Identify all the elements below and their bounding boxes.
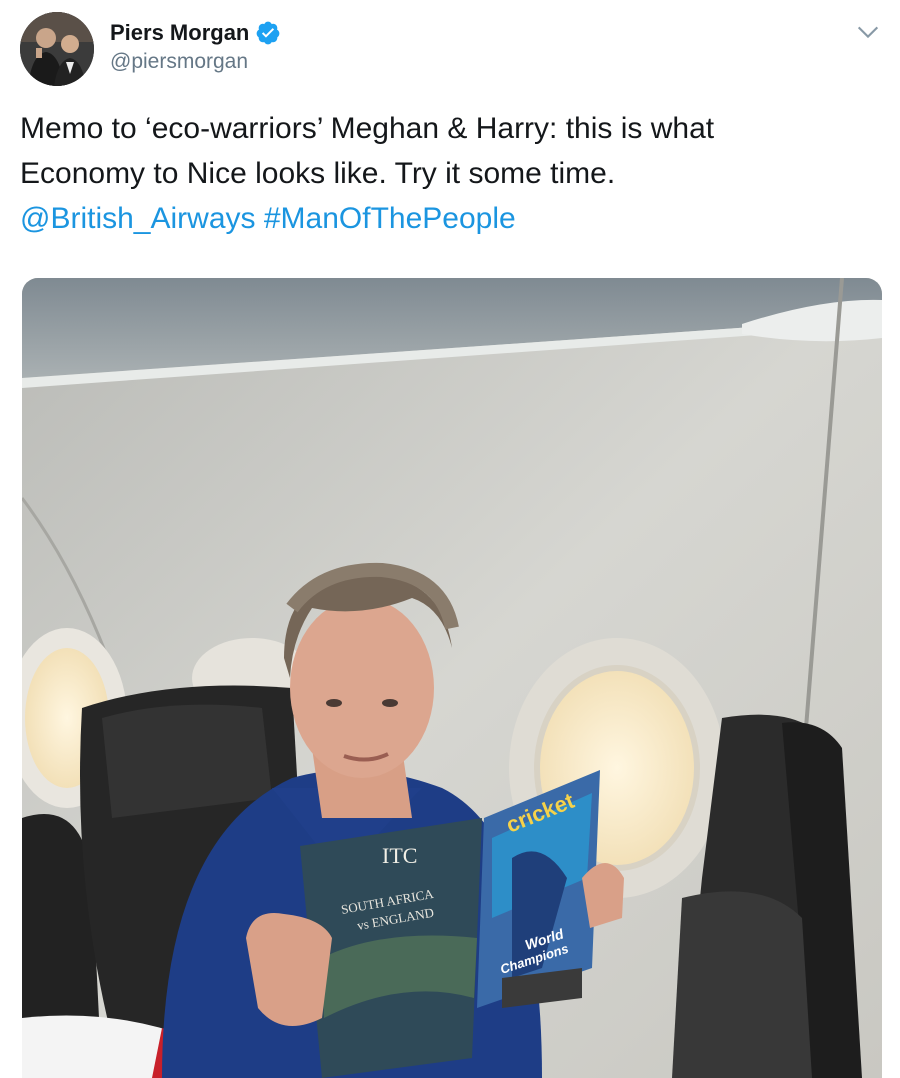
chevron-down-icon[interactable] (854, 18, 882, 46)
avatar-image (20, 12, 94, 86)
tweet-line: Memo to ‘eco-warriors’ Meghan & Harry: t… (20, 112, 715, 145)
display-name[interactable]: Piers Morgan (110, 20, 249, 46)
tweet-header: Piers Morgan @piersmorgan (20, 12, 882, 92)
airplane-cabin-photo: ITC SOUTH AFRICA vs ENGLAND cricket Worl… (22, 278, 882, 1078)
mention-link[interactable]: @British_Airways (20, 202, 256, 235)
hashtag-link[interactable]: #ManOfThePeople (264, 202, 516, 235)
verified-badge-icon (256, 21, 280, 45)
magazine-masthead: ITC (382, 843, 417, 868)
tweet-text: Memo to ‘eco-warriors’ Meghan & Harry: t… (20, 106, 880, 241)
avatar[interactable] (20, 12, 94, 86)
user-handle[interactable]: @piersmorgan (110, 50, 281, 74)
tweet-photo[interactable]: ITC SOUTH AFRICA vs ENGLAND cricket Worl… (22, 278, 882, 1078)
tweet-line: Economy to Nice looks like. Try it some … (20, 157, 616, 190)
